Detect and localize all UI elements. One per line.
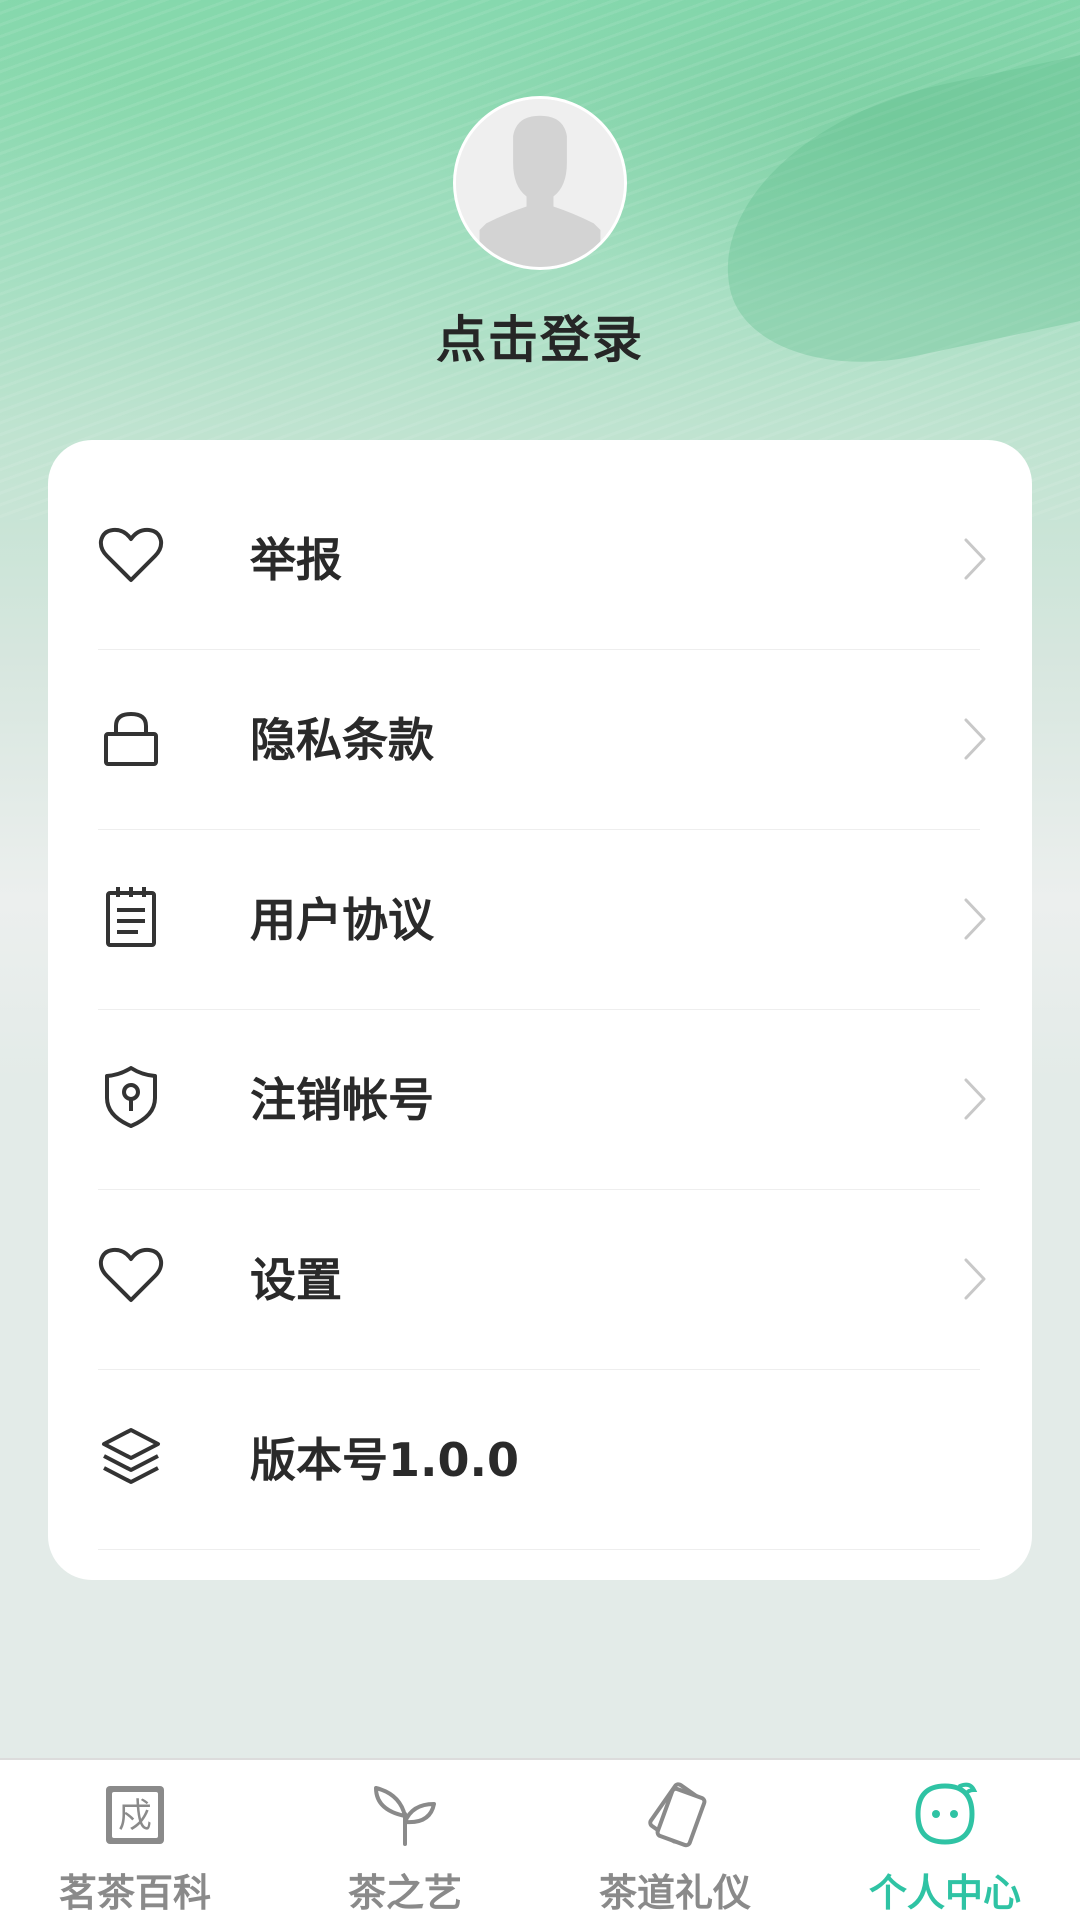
menu-item-settings[interactable]: 设置 — [98, 1190, 986, 1370]
smiley-chat-icon — [910, 1780, 980, 1850]
shield-key-icon — [98, 1064, 164, 1130]
menu-item-delete-account[interactable]: 注销帐号 — [98, 1010, 986, 1190]
tab-tea-art[interactable]: 茶之艺 — [270, 1760, 540, 1920]
heart-icon — [98, 1244, 164, 1310]
tab-icon-glyph: 戍 — [118, 1796, 152, 1836]
menu-item-user-agreement[interactable]: 用户协议 — [98, 830, 986, 1010]
login-prompt[interactable]: 点击登录 — [0, 300, 1080, 372]
chevron-right-icon — [960, 1074, 990, 1124]
tab-label: 茗茶百科 — [58, 1871, 211, 1915]
notepad-icon — [98, 884, 164, 950]
menu-item-label: 注销帐号 — [250, 1073, 434, 1127]
chevron-right-icon — [960, 714, 990, 764]
tab-tea-encyclopedia[interactable]: 戍 茗茶百科 — [0, 1760, 270, 1920]
version-label: 版本号1.0.0 — [250, 1433, 519, 1487]
tab-tea-etiquette[interactable]: 茶道礼仪 — [540, 1760, 810, 1920]
book-stamp-icon: 戍 — [100, 1780, 170, 1850]
chevron-right-icon — [960, 1254, 990, 1304]
menu-item-version: 版本号1.0.0 — [98, 1370, 980, 1550]
tab-label: 个人中心 — [868, 1871, 1021, 1915]
menu-item-label: 隐私条款 — [250, 713, 434, 767]
tab-label: 茶之艺 — [347, 1871, 462, 1915]
menu-item-privacy[interactable]: 隐私条款 — [98, 650, 986, 830]
tab-label: 茶道礼仪 — [598, 1871, 751, 1915]
menu-item-report[interactable]: 举报 — [98, 470, 986, 650]
chevron-right-icon — [960, 894, 990, 944]
menu-card: 举报 隐私条款 用户协议 注销帐号 设置 版本号1.0.0 — [48, 440, 1032, 1580]
tab-personal-center[interactable]: 个人中心 — [810, 1760, 1080, 1920]
menu-item-label: 设置 — [250, 1253, 342, 1307]
layers-icon — [98, 1424, 164, 1490]
bottom-tab-bar: 戍 茗茶百科 茶之艺 茶道礼仪 个人中心 — [0, 1758, 1080, 1920]
heart-icon — [98, 524, 164, 590]
sprout-icon — [370, 1780, 440, 1850]
menu-item-label: 用户协议 — [250, 893, 434, 947]
default-avatar-icon — [456, 99, 624, 267]
lock-icon — [98, 704, 164, 770]
chevron-right-icon — [960, 534, 990, 584]
avatar[interactable] — [453, 96, 627, 270]
cards-icon — [640, 1780, 710, 1850]
menu-item-label: 举报 — [250, 533, 342, 587]
